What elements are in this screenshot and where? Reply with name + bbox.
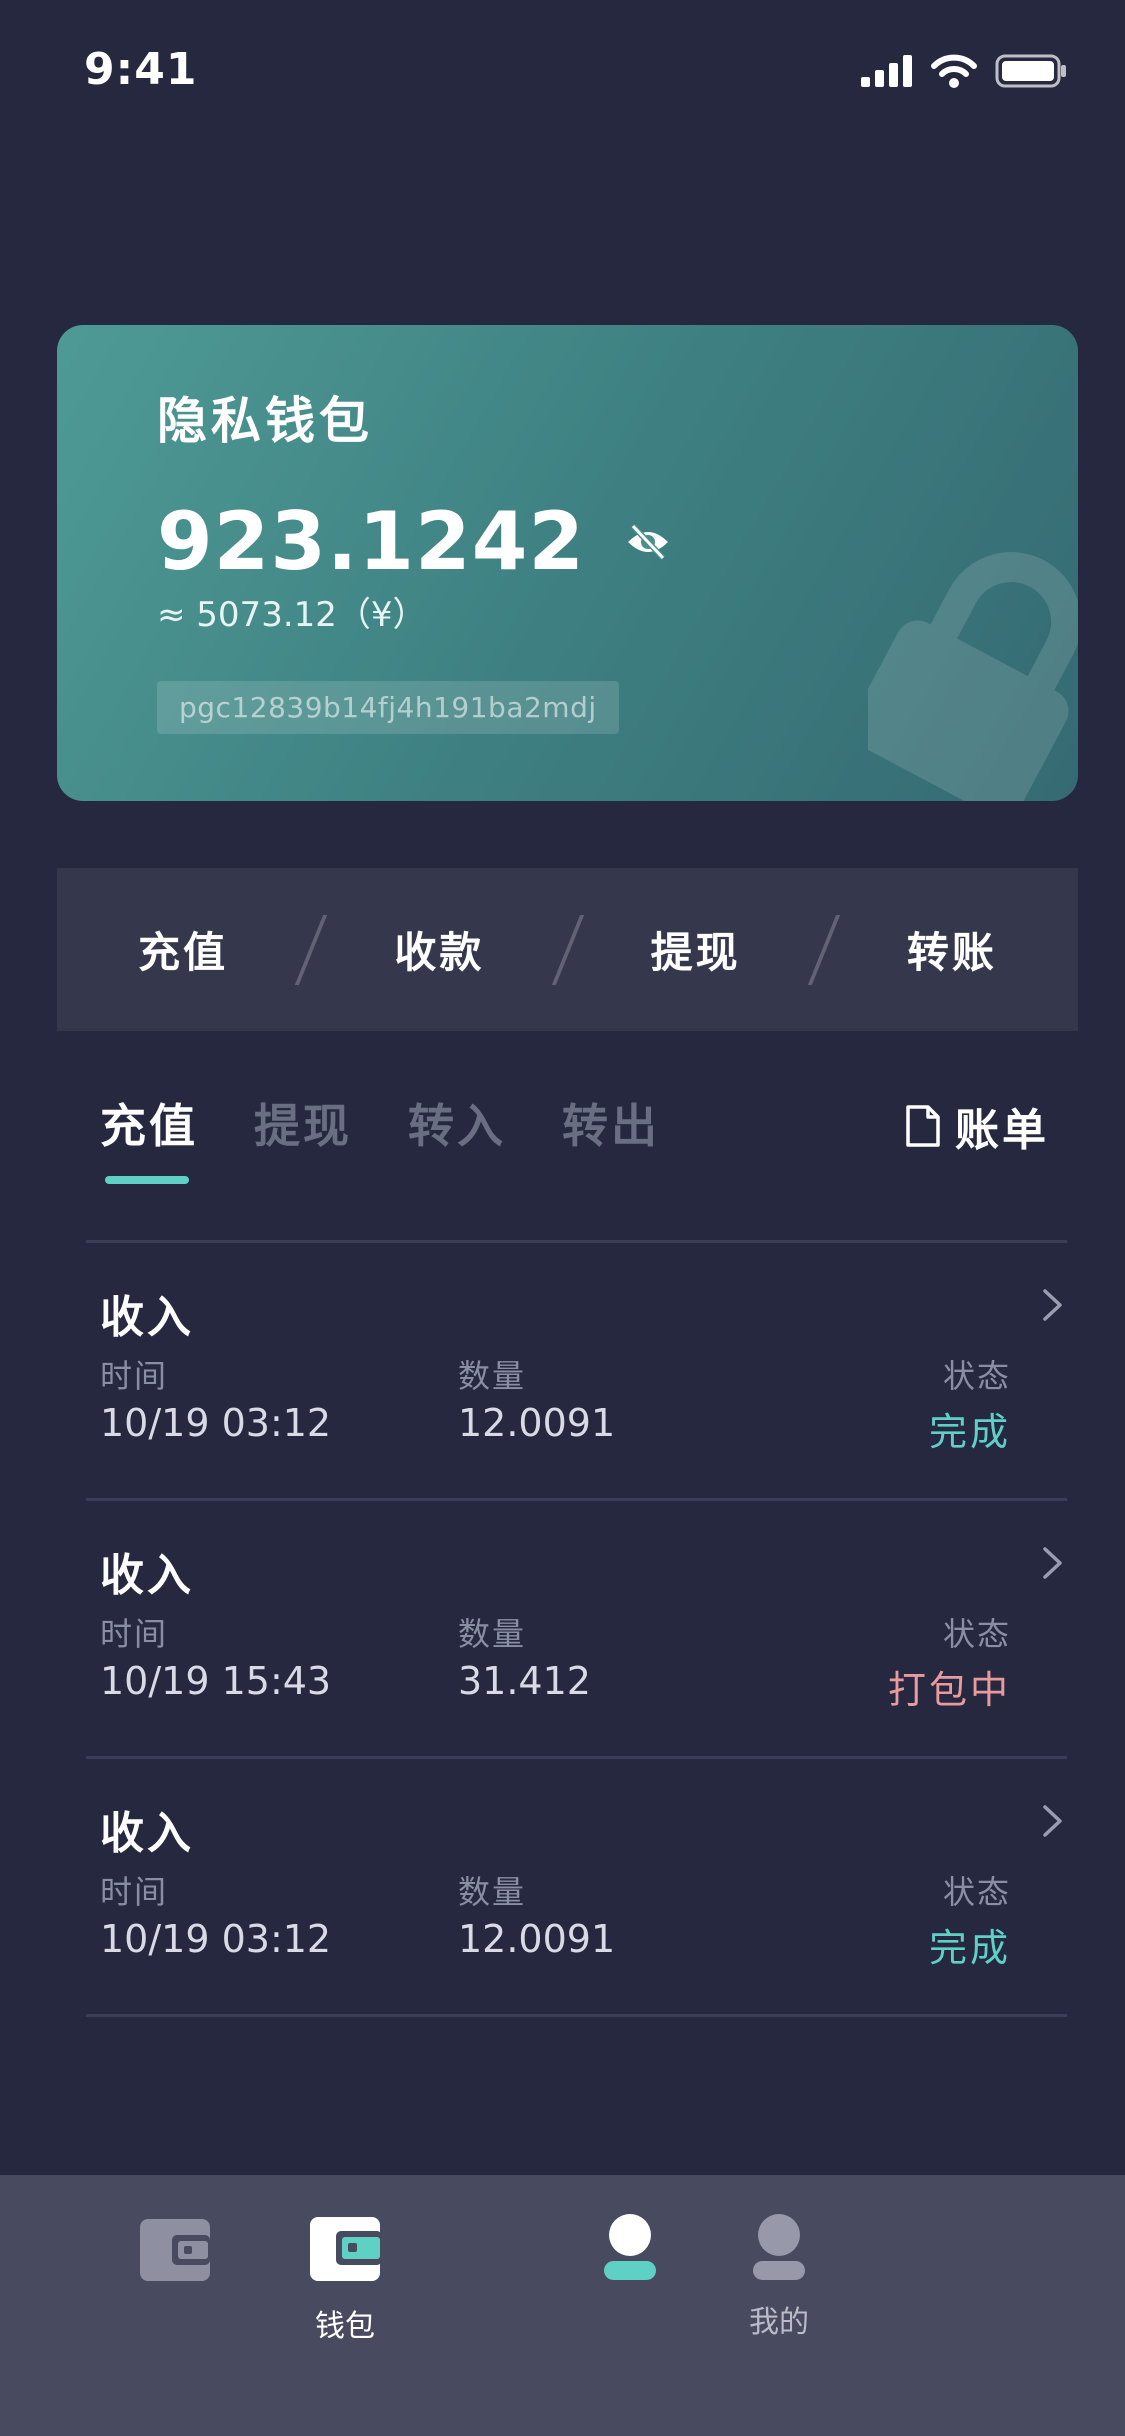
- record-type: 收入: [100, 1550, 194, 1601]
- signal-icon: [861, 55, 912, 87]
- time-label: 时间: [100, 1357, 169, 1395]
- battery-icon: [995, 54, 1066, 88]
- nav-item-profile-active[interactable]: [602, 2213, 658, 2285]
- bill-button[interactable]: 账单: [905, 1094, 1049, 1158]
- status-badge: 打包中: [887, 1668, 1011, 1712]
- tab-transfer-out[interactable]: 转出: [562, 1090, 660, 1156]
- amount-label: 数量: [458, 1873, 527, 1911]
- record-amount: 12.0091: [458, 1917, 616, 1961]
- amount-label: 数量: [458, 1615, 527, 1653]
- tab-label: 充值: [100, 1099, 198, 1153]
- tab-recharge[interactable]: 充值: [100, 1090, 198, 1184]
- chevron-right-icon: [1043, 1547, 1062, 1579]
- wifi-icon: [931, 54, 977, 88]
- nav-item-wallet-inactive[interactable]: [138, 2213, 212, 2289]
- list-item[interactable]: 收入 时间 10/19 03:12 数量 12.0091 状态 完成: [86, 1756, 1067, 2017]
- withdraw-button[interactable]: 提现: [570, 919, 822, 980]
- balance-row: 923.1242: [157, 495, 671, 588]
- bottom-nav: 钱包 我的: [0, 2175, 1125, 2436]
- action-bar: 充值 收款 提现 转账: [57, 868, 1078, 1031]
- status-label: 状态: [942, 1873, 1011, 1911]
- recharge-button[interactable]: 充值: [57, 919, 309, 980]
- receive-button[interactable]: 收款: [313, 919, 565, 980]
- record-type: 收入: [100, 1292, 194, 1343]
- lock-icon: [868, 552, 1078, 801]
- record-type: 收入: [100, 1808, 194, 1859]
- nav-item-profile[interactable]: 我的: [749, 2213, 809, 2341]
- bill-label: 账单: [955, 1105, 1049, 1156]
- document-icon: [906, 1105, 940, 1147]
- tab-transfer-in[interactable]: 转入: [408, 1090, 506, 1156]
- status-label: 状态: [942, 1357, 1011, 1395]
- eye-off-icon[interactable]: [625, 522, 671, 562]
- nav-item-wallet[interactable]: 钱包: [308, 2213, 382, 2345]
- record-tabs: 充值 提现 转入 转出: [100, 1090, 660, 1184]
- list-item[interactable]: 收入 时间 10/19 15:43 数量 31.412 状态 打包中: [86, 1498, 1067, 1756]
- status-badge: 完成: [928, 1410, 1011, 1454]
- record-time: 10/19 03:12: [100, 1917, 332, 1961]
- wallet-balance: 923.1242: [157, 495, 586, 588]
- status-label: 状态: [942, 1615, 1011, 1653]
- list-item[interactable]: 收入 时间 10/19 03:12 数量 12.0091 状态 完成: [86, 1240, 1067, 1498]
- record-amount: 12.0091: [458, 1401, 616, 1445]
- tab-withdraw[interactable]: 提现: [254, 1090, 352, 1156]
- time-label: 时间: [100, 1615, 169, 1653]
- user-icon: [604, 2214, 656, 2280]
- record-list: 收入 时间 10/19 03:12 数量 12.0091 状态 完成 收入 时间…: [86, 1240, 1067, 2017]
- user-icon: [753, 2214, 805, 2280]
- status-time: 9:41: [84, 44, 198, 95]
- nav-label-wallet: 钱包: [315, 2309, 375, 2344]
- status-icons: [861, 54, 1067, 88]
- chevron-right-icon: [1043, 1289, 1062, 1321]
- wallet-address[interactable]: pgc12839b14fj4h191ba2mdj: [157, 681, 619, 734]
- wallet-icon: [140, 2219, 210, 2281]
- time-label: 时间: [100, 1873, 169, 1911]
- nav-label-profile: 我的: [749, 2305, 809, 2340]
- transfer-button[interactable]: 转账: [826, 919, 1078, 980]
- amount-label: 数量: [458, 1357, 527, 1395]
- wallet-icon: [310, 2217, 382, 2281]
- status-bar: 9:41: [0, 0, 1125, 140]
- record-time: 10/19 03:12: [100, 1401, 332, 1445]
- wallet-approx-value: ≈ 5073.12（¥）: [157, 595, 427, 635]
- tab-active-indicator: [105, 1176, 189, 1184]
- chevron-right-icon: [1043, 1805, 1062, 1837]
- status-badge: 完成: [928, 1926, 1011, 1970]
- wallet-title: 隐私钱包: [157, 392, 373, 450]
- wallet-card: 隐私钱包 923.1242 ≈ 5073.12（¥） pgc12839b14fj…: [57, 325, 1078, 801]
- record-time: 10/19 15:43: [100, 1659, 332, 1703]
- record-amount: 31.412: [458, 1659, 591, 1703]
